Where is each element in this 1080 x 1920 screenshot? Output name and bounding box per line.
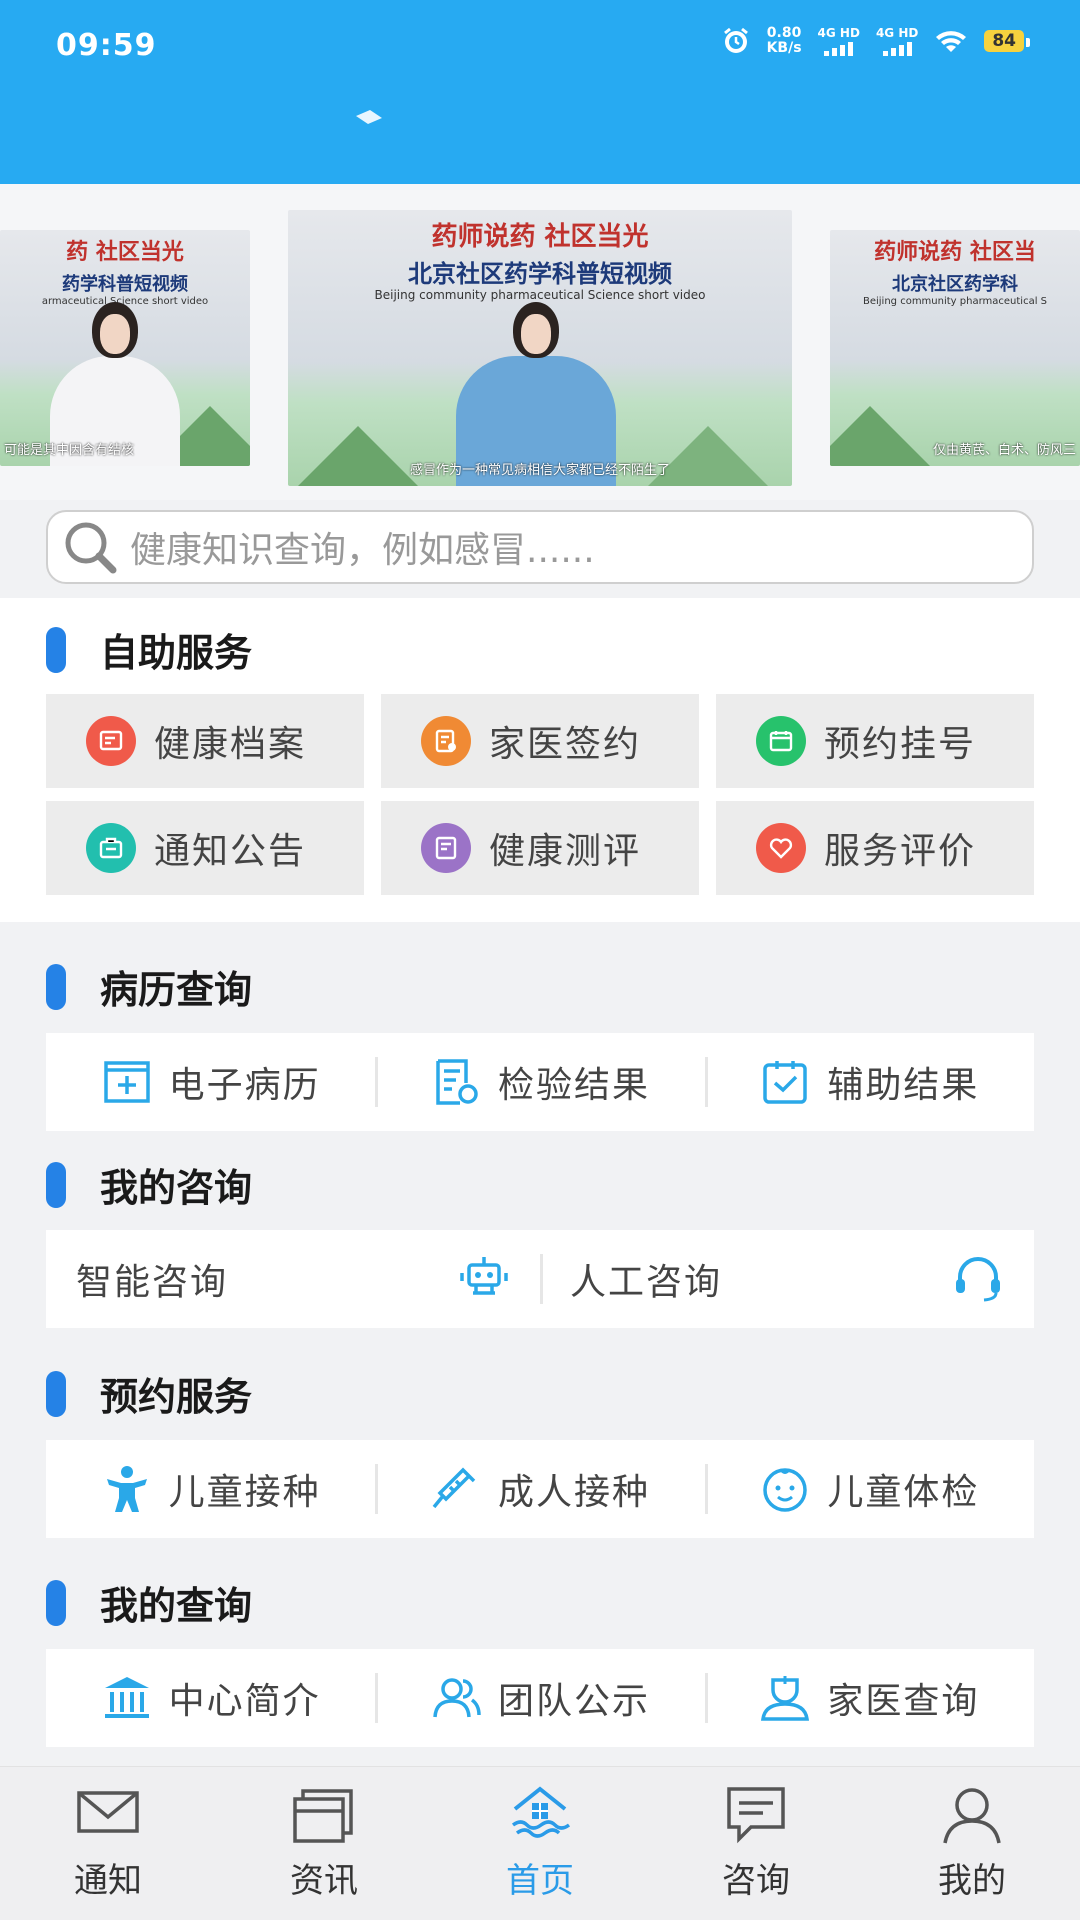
syringe-icon <box>432 1467 476 1509</box>
home-icon <box>511 1786 571 1838</box>
section-title-queries: 我的查询 <box>46 1575 252 1630</box>
section-marker <box>46 1161 66 1208</box>
tab-news[interactable]: 资讯 <box>216 1767 432 1920</box>
family-doctor-sign-button[interactable]: 家医签约 <box>381 694 699 788</box>
signal-1: 4G HD <box>818 26 860 56</box>
medical-record-icon <box>103 1061 150 1103</box>
search-icon <box>65 522 117 574</box>
child-vaccination-button[interactable]: 儿童接种 <box>46 1440 375 1538</box>
section-title-appointments: 预约服务 <box>46 1366 252 1421</box>
adult-vaccination-button[interactable]: 成人接种 <box>375 1440 704 1538</box>
notice-button[interactable]: 通知公告 <box>46 801 364 895</box>
building-icon <box>104 1677 149 1718</box>
alarm-icon <box>723 27 748 53</box>
lab-result-icon <box>436 1059 478 1105</box>
section-title-records: 病历查询 <box>46 959 252 1014</box>
health-assessment-icon <box>421 823 471 873</box>
records-bar: 电子病历 检验结果 辅助结果 <box>46 1033 1034 1131</box>
health-search-input[interactable]: 健康知识查询，例如感冒...... <box>46 510 1034 584</box>
section-title-self-service: 自助服务 <box>46 622 252 677</box>
doctor-icon <box>761 1676 810 1721</box>
section-marker <box>46 1370 66 1417</box>
robot-icon <box>460 1257 508 1295</box>
health-record-button[interactable]: 健康档案 <box>46 694 364 788</box>
mail-icon <box>77 1791 139 1833</box>
app-header: 09:59 0.80 KB/s 4G HD 4G HD 84 <box>0 0 1080 184</box>
section-title-consult: 我的咨询 <box>46 1157 252 1212</box>
baby-face-icon <box>763 1468 808 1512</box>
service-rating-button[interactable]: 服务评价 <box>716 801 1034 895</box>
banner-slide-prev[interactable]: 药 社区当光 药学科普短视频 armaceutical Science shor… <box>0 230 250 466</box>
chat-icon <box>727 1787 785 1844</box>
headset-icon <box>956 1257 1000 1302</box>
bottom-tab-bar: 通知 资讯 首页 咨询 我的 <box>0 1766 1080 1920</box>
self-service-section: 自助服务 健康档案 家医签约 预约挂号 通知公告 健康测评 服务评价 <box>0 598 1080 922</box>
health-record-icon <box>86 716 136 766</box>
consult-bar: 智能咨询 人工咨询 <box>46 1230 1034 1328</box>
electronic-record-button[interactable]: 电子病历 <box>46 1033 375 1131</box>
tab-mine[interactable]: 我的 <box>864 1767 1080 1920</box>
appointments-bar: 儿童接种 成人接种 儿童体检 <box>46 1440 1034 1538</box>
status-bar: 09:59 0.80 KB/s 4G HD 4G HD 84 <box>0 0 1080 90</box>
section-marker <box>46 626 66 673</box>
tab-consult[interactable]: 咨询 <box>648 1767 864 1920</box>
team-notice-button[interactable]: 团队公示 <box>375 1649 704 1747</box>
net-speed: 0.80 KB/s <box>766 25 802 56</box>
banner-slide-next[interactable]: 药师说药 社区当 北京社区药学科 Beijing community pharm… <box>830 230 1080 466</box>
tab-home[interactable]: 首页 <box>432 1767 648 1920</box>
status-time: 09:59 <box>56 28 157 63</box>
tab-notice[interactable]: 通知 <box>0 1767 216 1920</box>
status-icons: 0.80 KB/s 4G HD 4G HD 84 <box>721 25 1030 56</box>
child-icon <box>106 1466 147 1512</box>
signal-bars-icon <box>824 41 854 56</box>
section-marker <box>46 1579 66 1626</box>
section-marker <box>46 963 66 1010</box>
signal-bars-icon <box>882 41 912 56</box>
banner-slide-current[interactable]: 药师说药 社区当光 北京社区药学科普短视频 Beijing community … <box>288 210 792 486</box>
queries-bar: 中心简介 团队公示 家医查询 <box>46 1649 1034 1747</box>
team-icon <box>433 1678 481 1718</box>
auxiliary-result-button[interactable]: 辅助结果 <box>704 1033 1034 1131</box>
lab-result-button[interactable]: 检验结果 <box>375 1033 704 1131</box>
video-banner-carousel[interactable]: 药 社区当光 药学科普短视频 armaceutical Science shor… <box>0 184 1080 500</box>
signal-2: 4G HD <box>876 26 918 56</box>
smart-consult-button[interactable]: 智能咨询 <box>46 1230 540 1328</box>
wifi-icon <box>936 31 967 52</box>
family-doctor-sign-icon <box>421 716 471 766</box>
hill-decoration <box>830 406 930 466</box>
search-placeholder: 健康知识查询，例如感冒...... <box>130 530 595 571</box>
appointment-register-button[interactable]: 预约挂号 <box>716 694 1034 788</box>
user-icon <box>943 1788 1001 1844</box>
family-doctor-query-button[interactable]: 家医查询 <box>704 1649 1034 1747</box>
center-intro-button[interactable]: 中心简介 <box>46 1649 375 1747</box>
notice-icon <box>86 823 136 873</box>
battery-indicator: 84 <box>984 30 1030 52</box>
bird-icon <box>356 110 382 124</box>
health-assessment-button[interactable]: 健康测评 <box>381 801 699 895</box>
manual-consult-button[interactable]: 人工咨询 <box>540 1230 1034 1328</box>
auxiliary-result-icon <box>763 1061 808 1104</box>
news-icon <box>293 1789 353 1843</box>
service-rating-icon <box>756 823 806 873</box>
child-checkup-button[interactable]: 儿童体检 <box>704 1440 1034 1538</box>
appointment-register-icon <box>756 716 806 766</box>
